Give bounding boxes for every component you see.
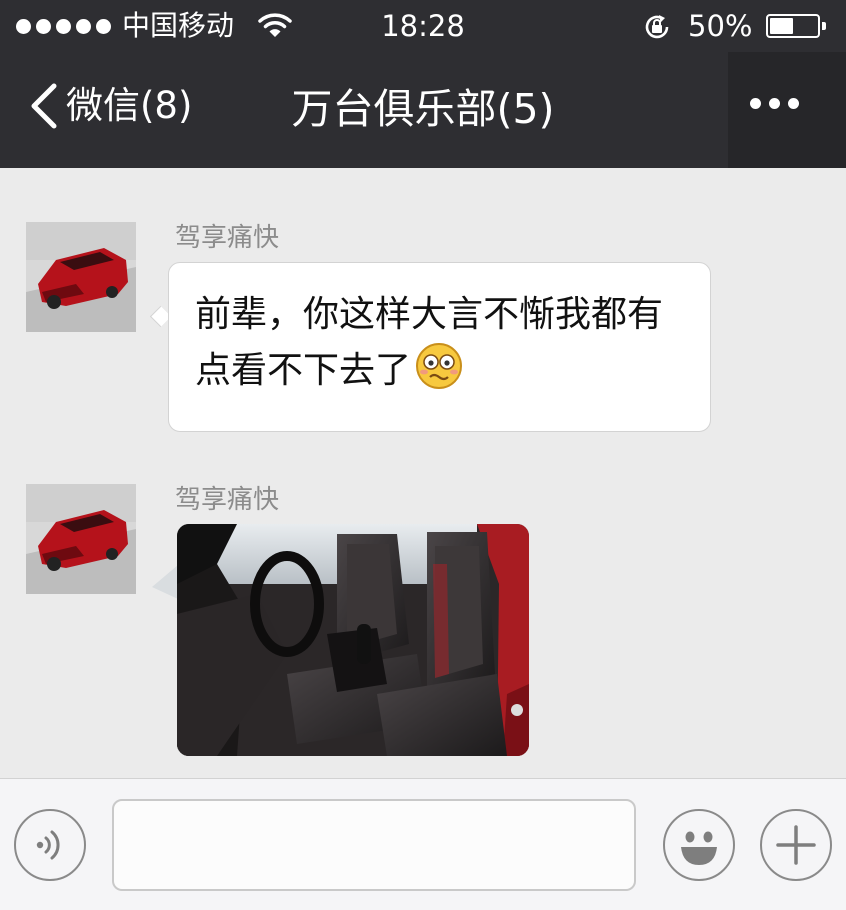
more-dots-icon[interactable] [750,98,799,109]
bubble-tail [152,565,178,599]
voice-button[interactable] [14,809,86,881]
back-button[interactable]: 微信(8) [26,76,192,136]
message-bubble[interactable]: 前辈，你这样大言不惭我都有 点看不下去了 [168,262,711,432]
message-input[interactable] [112,799,636,891]
back-button-label: 微信(8) [66,84,193,127]
message-text-line: 点看不下去了 [195,350,412,391]
emoji-button[interactable] [663,809,735,881]
chevron-left-icon [31,83,57,129]
chat-title: 万台俱乐部(5) [291,85,555,133]
voice-icon [36,830,60,860]
car-interior-photo[interactable] [177,524,529,756]
awkward-face-emoji [416,343,463,389]
avatar[interactable] [26,484,136,594]
add-button[interactable] [760,809,832,881]
battery-percentage: 50% [688,9,753,43]
sender-name: 驾享痛快 [175,485,280,515]
sender-name: 驾享痛快 [175,223,280,253]
plus-icon [776,825,816,865]
input-bar [0,778,846,910]
rotation-lock-icon [645,15,669,39]
battery-icon [766,14,826,38]
avatar[interactable] [26,222,136,332]
message-text-line: 前辈，你这样大言不惭我都有 [195,294,664,335]
emoji-face-icon [681,831,717,865]
status-bar: 中国移动 18:28 50% [0,0,846,52]
navigation-bar: 微信(8) 万台俱乐部(5) [0,52,846,168]
chat-message-list[interactable]: 驾享痛快 前辈，你这样大言不惭我都有 点看不下去了 驾享痛快 [0,168,846,778]
